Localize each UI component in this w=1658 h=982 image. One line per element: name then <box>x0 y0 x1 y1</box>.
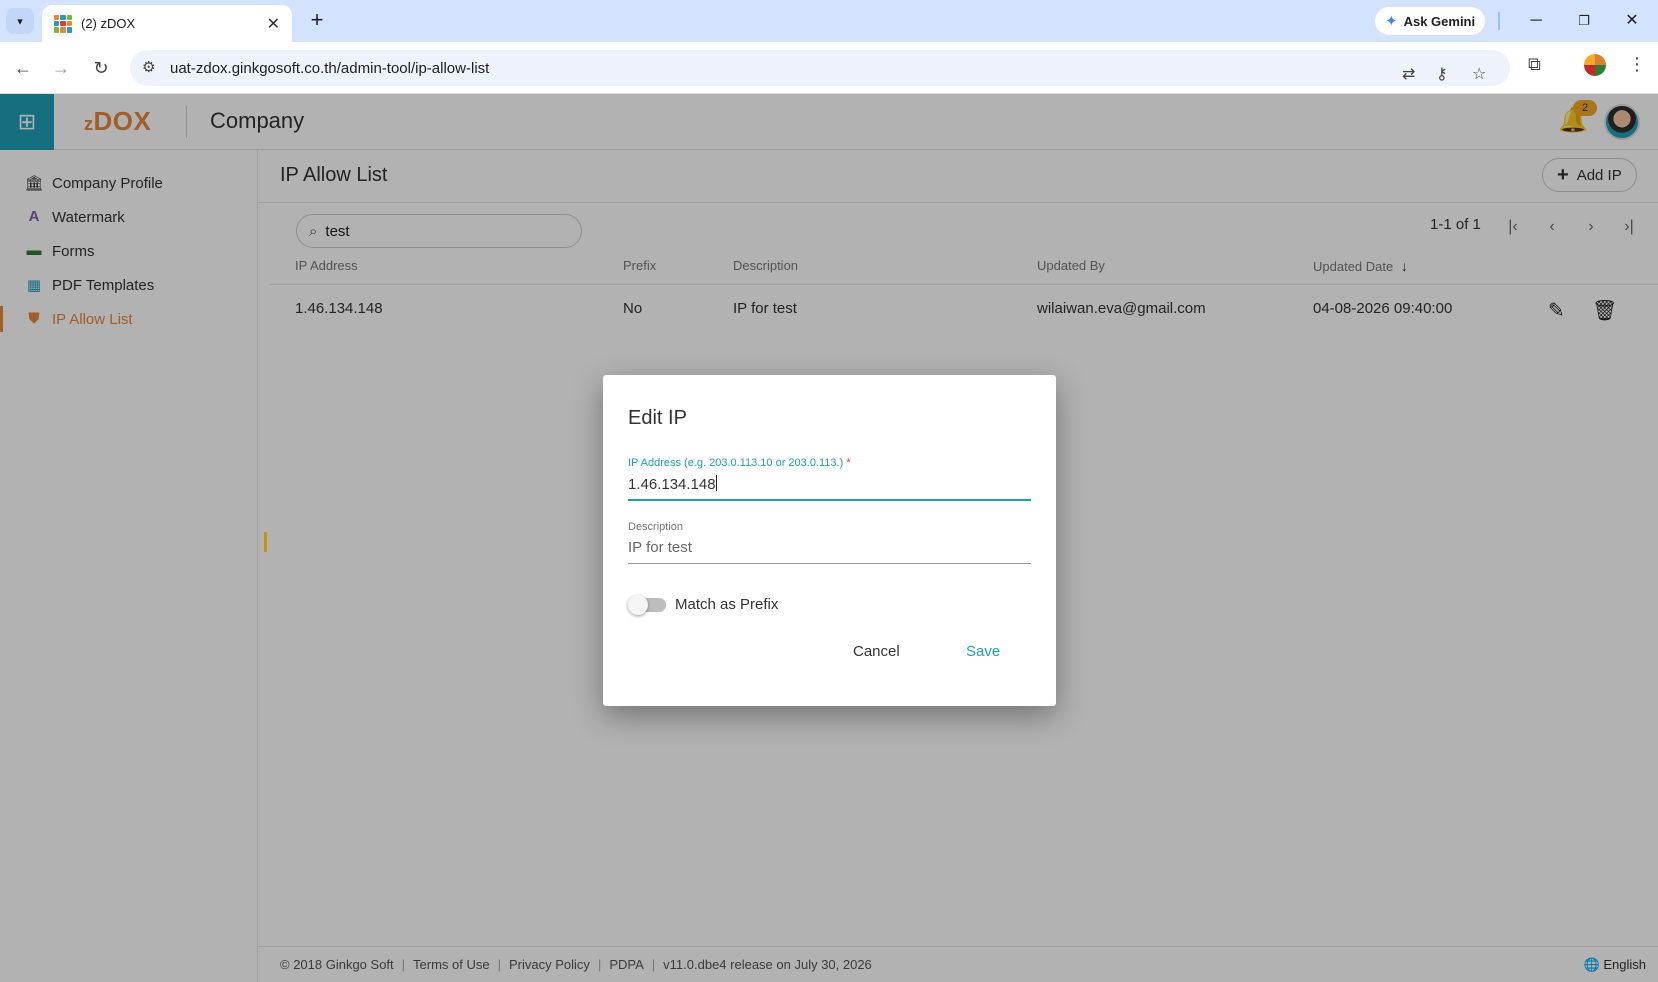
tabbar-divider <box>1498 12 1500 30</box>
url-text: uat-zdox.ginkgosoft.co.th/admin-tool/ip-… <box>170 59 490 77</box>
description-field[interactable]: IP for test <box>628 539 692 556</box>
password-key-icon[interactable]: ⚷ <box>1436 64 1448 84</box>
window-close-icon[interactable]: ✕ <box>1612 8 1652 34</box>
back-icon[interactable]: ← <box>10 55 36 81</box>
ip-address-field[interactable]: 1.46.134.148 <box>628 475 717 493</box>
ask-gemini-button[interactable]: ✦ Ask Gemini <box>1375 7 1486 35</box>
tab-title: (2) zDOX <box>81 16 136 31</box>
browser-toolbar: ← → ↻ ⚙ uat-zdox.ginkgosoft.co.th/admin-… <box>0 42 1658 94</box>
dialog-title: Edit IP <box>628 407 687 429</box>
ip-address-label: IP Address (e.g. 203.0.113.10 or 203.0.1… <box>628 457 851 469</box>
focus-marker <box>264 532 267 552</box>
browser-menu-icon[interactable]: ⋮ <box>1628 54 1646 75</box>
browser-tab[interactable]: (2) zDOX ✕ <box>42 5 292 42</box>
browser-tab-bar: ▾ (2) zDOX ✕ + ✦ Ask Gemini ─ ❐ ✕ <box>0 0 1658 42</box>
site-settings-icon[interactable]: ⚙ <box>142 58 155 76</box>
gemini-sparkle-icon: ✦ <box>1385 13 1398 30</box>
forward-icon[interactable]: → <box>48 55 74 81</box>
description-label: Description <box>628 521 684 533</box>
minimize-icon[interactable]: ─ <box>1516 8 1556 34</box>
translate-icon[interactable]: ⇄ <box>1402 64 1415 84</box>
match-prefix-toggle[interactable] <box>628 595 666 615</box>
ask-gemini-label: Ask Gemini <box>1403 13 1476 29</box>
address-bar[interactable]: ⚙ uat-zdox.ginkgosoft.co.th/admin-tool/i… <box>130 50 1510 86</box>
restore-icon[interactable]: ❐ <box>1564 8 1604 34</box>
cancel-button[interactable]: Cancel <box>853 643 900 660</box>
tab-close-icon[interactable]: ✕ <box>267 14 280 34</box>
bookmark-star-icon[interactable]: ☆ <box>1472 64 1486 84</box>
profile-avatar-icon[interactable] <box>1584 54 1606 76</box>
new-tab-button[interactable]: + <box>304 8 330 34</box>
extensions-icon[interactable]: ⧉ <box>1528 54 1541 75</box>
edit-ip-dialog: Edit IP IP Address (e.g. 203.0.113.10 or… <box>603 375 1056 706</box>
match-prefix-label: Match as Prefix <box>675 596 779 613</box>
tab-search-button[interactable]: ▾ <box>6 8 34 34</box>
ip-address-underline <box>628 499 1031 501</box>
reload-icon[interactable]: ↻ <box>88 55 114 81</box>
zdox-favicon-icon <box>54 14 72 33</box>
description-underline <box>628 563 1031 564</box>
save-button[interactable]: Save <box>966 643 1000 660</box>
